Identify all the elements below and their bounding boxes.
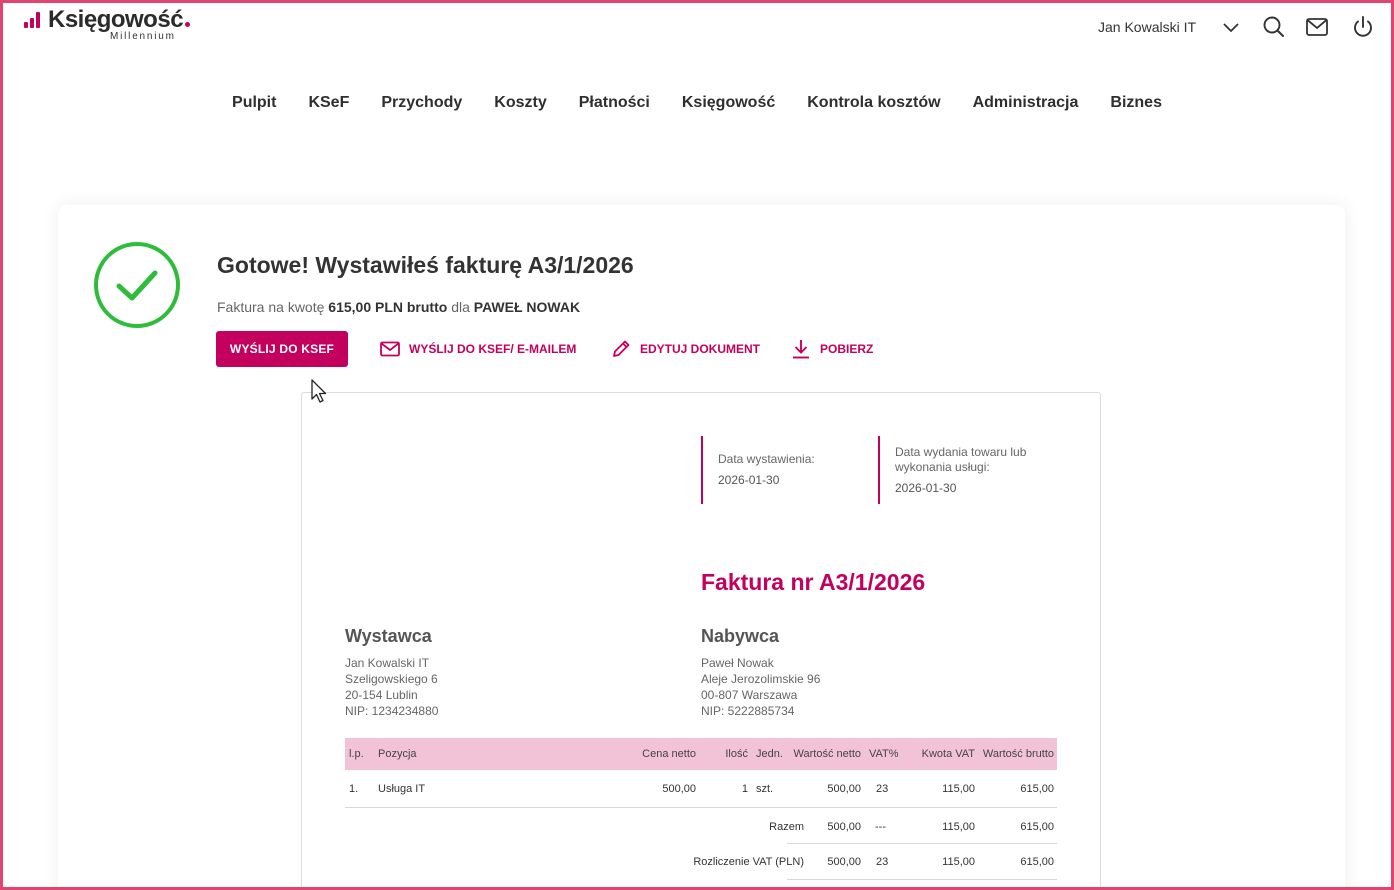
total-divider bbox=[787, 843, 1057, 844]
seller-name: Jan Kowalski IT bbox=[345, 656, 430, 670]
row-qty: 1 bbox=[741, 783, 748, 795]
brand-sub: Millennium bbox=[110, 31, 176, 42]
col-gross-value: Wartość brutto bbox=[982, 748, 1054, 760]
row-item: Usługa IT bbox=[378, 783, 426, 795]
nav-item-biznes[interactable]: Biznes bbox=[1110, 94, 1162, 112]
seller-nip: NIP: 1234234880 bbox=[345, 704, 439, 718]
total-net-value: 500,00 bbox=[827, 821, 861, 833]
main-nav: Pulpit KSeF Przychody Koszty Płatności K… bbox=[0, 94, 1394, 112]
mail-icon[interactable] bbox=[1304, 14, 1330, 40]
row-unit: szt. bbox=[756, 783, 774, 795]
nav-item-ksiegowosc[interactable]: Księgowość bbox=[682, 94, 775, 112]
vat-summary-net-value: 500,00 bbox=[827, 856, 861, 868]
total-label: Razem bbox=[769, 821, 804, 833]
delivery-date-label-2: wykonania usługi: bbox=[895, 460, 990, 474]
vat-summary-vat-amount: 115,00 bbox=[942, 856, 975, 868]
invoice-summary: Faktura na kwotę 615,00 PLN brutto dla P… bbox=[217, 299, 581, 315]
col-net-value: Wartość netto bbox=[793, 748, 861, 760]
buyer-nip: NIP: 5222885734 bbox=[701, 704, 795, 718]
user-name[interactable]: Jan Kowalski IT bbox=[1098, 19, 1196, 35]
nav-item-kontrola-kosztow[interactable]: Kontrola kosztów bbox=[807, 94, 940, 112]
seller-block: Wystawca Jan Kowalski IT Szeligowskiego … bbox=[345, 626, 438, 719]
col-vat-rate: VAT% bbox=[869, 748, 899, 760]
download-button[interactable]: POBIERZ bbox=[790, 338, 873, 360]
send-to-ksef-button[interactable]: WYŚLIJ DO KSEF bbox=[216, 331, 348, 367]
row-divider bbox=[345, 807, 1057, 808]
row-net-price: 500,00 bbox=[662, 783, 696, 795]
mail-icon bbox=[380, 341, 400, 357]
nav-item-przychody[interactable]: Przychody bbox=[381, 94, 462, 112]
row-net-value: 500,00 bbox=[827, 783, 861, 795]
chevron-down-icon[interactable] bbox=[1218, 14, 1244, 40]
row-vat-amount: 115,00 bbox=[942, 783, 975, 795]
buyer-city: 00-807 Warszawa bbox=[701, 688, 798, 702]
invoice-preview: Data wystawienia: 2026-01-30 Data wydani… bbox=[301, 392, 1101, 890]
brand-name: Księgowość bbox=[48, 6, 191, 34]
send-ksef-email-label: WYŚLIJ DO KSEF/ E-MAILEM bbox=[409, 342, 577, 356]
vat-summary-label: Rozliczenie VAT (PLN) bbox=[693, 856, 804, 868]
nav-item-koszty[interactable]: Koszty bbox=[494, 94, 546, 112]
send-ksef-email-button[interactable]: WYŚLIJ DO KSEF/ E-MAILEM bbox=[379, 338, 576, 360]
row-gross-value: 615,00 bbox=[1020, 783, 1054, 795]
power-icon[interactable] bbox=[1350, 14, 1376, 40]
buyer-heading: Nabywca bbox=[701, 626, 780, 646]
row-lp: 1. bbox=[349, 783, 359, 795]
total-vat-amount: 115,00 bbox=[942, 821, 975, 833]
col-qty: Ilość bbox=[725, 748, 748, 760]
delivery-date-label: Data wydania towaru lub bbox=[895, 445, 1027, 459]
success-check-icon bbox=[92, 240, 182, 330]
delivery-date-value: 2026-01-30 bbox=[895, 481, 957, 495]
issue-date-value: 2026-01-30 bbox=[718, 473, 780, 487]
vat-summary-divider bbox=[787, 879, 1057, 880]
seller-street: Szeligowskiego 6 bbox=[345, 672, 438, 686]
mouse-cursor-icon bbox=[310, 378, 330, 406]
nav-item-administracja[interactable]: Administracja bbox=[973, 94, 1079, 112]
total-vat-rate: --- bbox=[875, 821, 886, 833]
nav-item-pulpit[interactable]: Pulpit bbox=[232, 94, 276, 112]
pencil-icon bbox=[613, 340, 630, 357]
col-unit: Jedn. bbox=[756, 748, 783, 760]
buyer-block: Nabywca Paweł Nowak Aleje Jerozolimskie … bbox=[701, 626, 820, 719]
download-label: POBIERZ bbox=[820, 342, 874, 356]
items-table-header: l.p. Pozycja Cena netto Ilość Jedn. Wart… bbox=[345, 738, 1057, 770]
download-icon bbox=[793, 340, 809, 359]
edit-document-label: EDYTUJ DOKUMENT bbox=[640, 342, 761, 356]
seller-heading: Wystawca bbox=[345, 626, 432, 646]
edit-document-button[interactable]: EDYTUJ DOKUMENT bbox=[610, 338, 760, 360]
nav-item-platnosci[interactable]: Płatności bbox=[579, 94, 650, 112]
buyer-name: Paweł Nowak bbox=[701, 656, 774, 670]
invoice-title: Faktura nr A3/1/2026 bbox=[701, 569, 926, 595]
col-item: Pozycja bbox=[378, 748, 417, 760]
col-vat-amount: Kwota VAT bbox=[921, 748, 975, 760]
vat-summary-gross-value: 615,00 bbox=[1020, 856, 1054, 868]
success-title: Gotowe! Wystawiłeś fakturę A3/1/2026 bbox=[217, 252, 634, 278]
col-net-price: Cena netto bbox=[642, 748, 696, 760]
delivery-date-box: Data wydania towaru lub wykonania usługi… bbox=[878, 436, 1026, 504]
issue-date-box: Data wystawienia: 2026-01-30 bbox=[701, 436, 815, 504]
col-lp: l.p. bbox=[349, 748, 364, 760]
vat-summary-vat-rate: 23 bbox=[876, 856, 889, 868]
top-bar: Księgowość Millennium Jan Kowalski IT bbox=[0, 0, 1394, 60]
logo-bars-icon bbox=[24, 12, 44, 28]
nav-item-ksef[interactable]: KSeF bbox=[308, 94, 349, 112]
issue-date-label: Data wystawienia: bbox=[718, 452, 815, 466]
row-vat-rate: 23 bbox=[876, 783, 889, 795]
seller-city: 20-154 Lublin bbox=[345, 688, 418, 702]
total-gross-value: 615,00 bbox=[1020, 821, 1054, 833]
buyer-street: Aleje Jerozolimskie 96 bbox=[701, 672, 821, 686]
search-icon[interactable] bbox=[1261, 14, 1287, 40]
